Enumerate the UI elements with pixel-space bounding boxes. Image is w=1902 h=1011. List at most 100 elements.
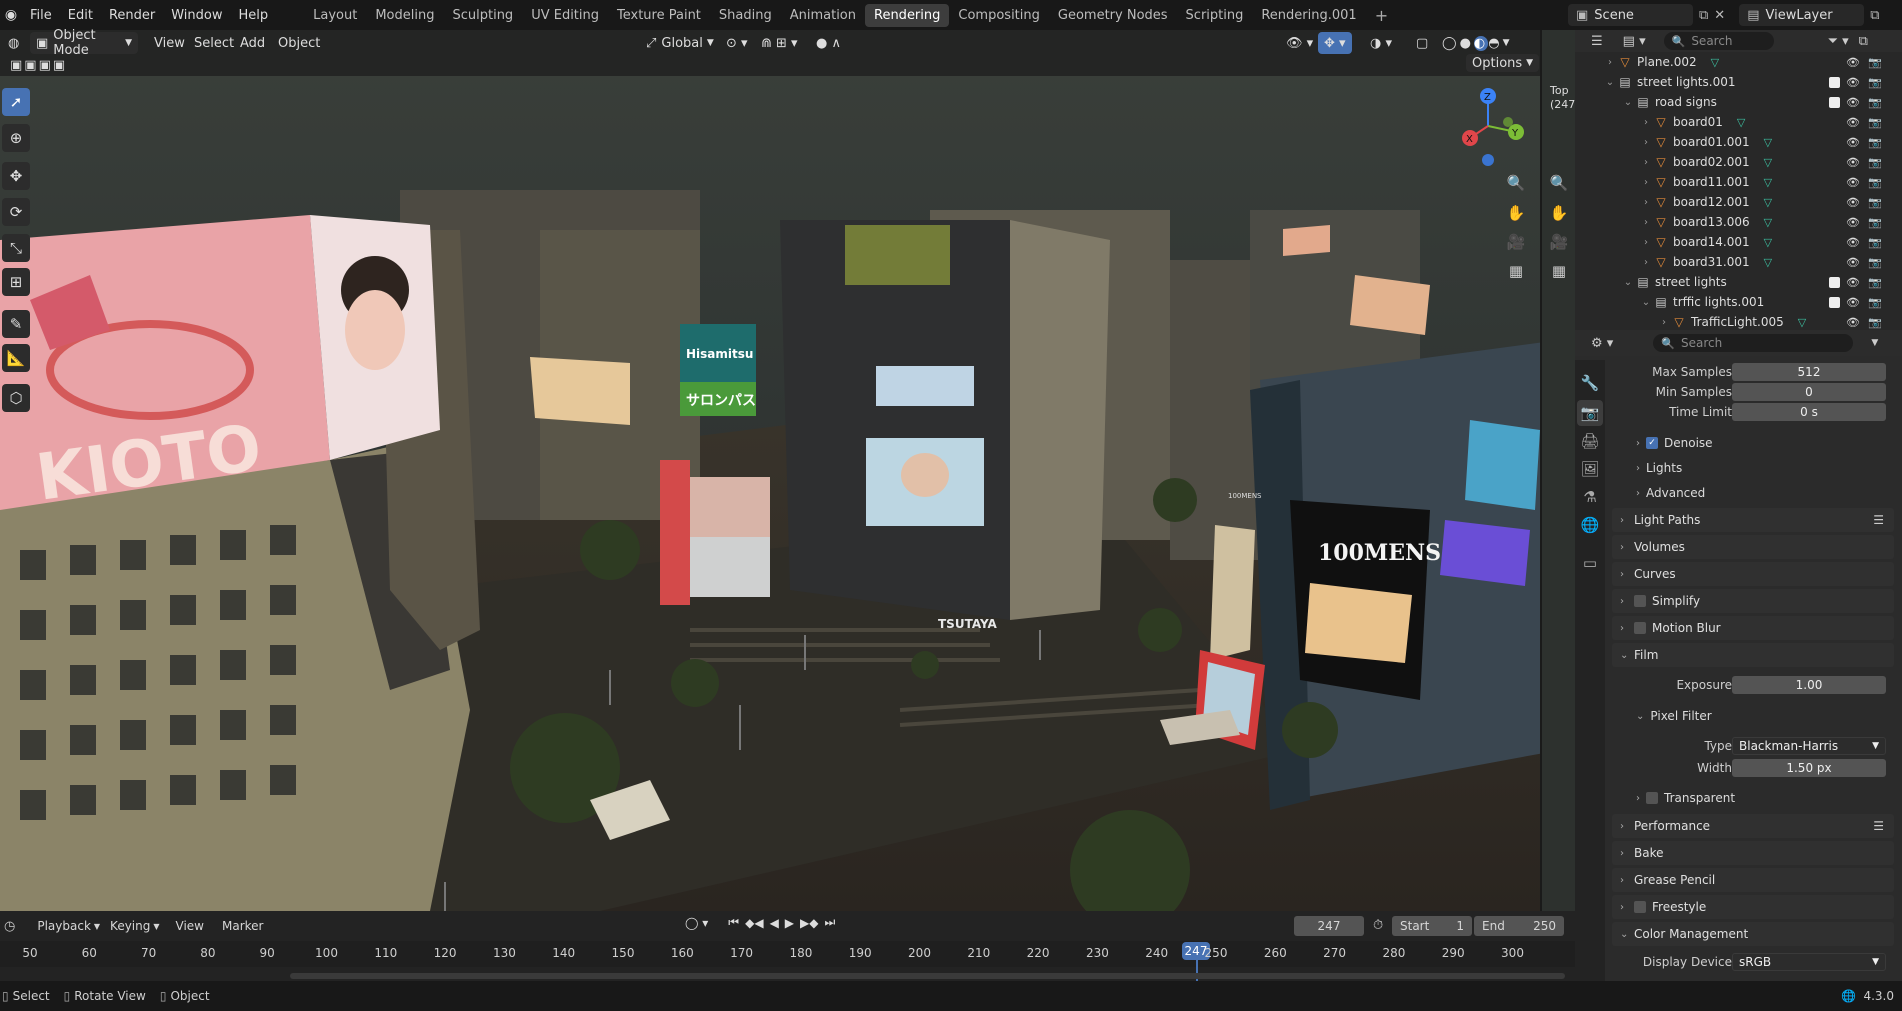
grid-toggle-icon[interactable]: ▦: [1503, 258, 1529, 284]
blender-logo-icon[interactable]: ◉: [0, 7, 22, 23]
rendered-shading-icon[interactable]: ◓: [1488, 36, 1502, 51]
shading-modes[interactable]: ◯ ● ◐ ◓ ▼: [1436, 32, 1519, 54]
menu-render[interactable]: Render: [101, 8, 163, 23]
panel-color-management[interactable]: ⌄ Color Management: [1612, 922, 1894, 946]
tab-animation[interactable]: Animation: [781, 4, 865, 27]
jump-start-icon[interactable]: ⏮: [728, 915, 739, 930]
transform-orientation-selector[interactable]: ⤢ Global ▼: [640, 32, 720, 54]
end-frame-field[interactable]: End 250: [1474, 916, 1564, 936]
panel-bake[interactable]: › Bake: [1612, 841, 1894, 865]
select-box-tool[interactable]: ➚: [2, 88, 30, 116]
chevron-right-icon[interactable]: ›: [1657, 317, 1671, 328]
outliner-row[interactable]: › ▽ board31.001 ▽ 👁 📷: [1575, 252, 1902, 272]
snap-button[interactable]: ⋒ ⊞ ▾: [755, 32, 804, 54]
camera-icon[interactable]: 📷: [1868, 196, 1882, 209]
timeline-editor-icon[interactable]: ◷: [4, 919, 15, 934]
jump-end-icon[interactable]: ⏭: [825, 915, 836, 930]
advanced-subpanel[interactable]: › Advanced: [1636, 486, 1705, 500]
outliner-row[interactable]: › ▽ board14.001 ▽ 👁 📷: [1575, 232, 1902, 252]
outliner-row[interactable]: › ▽ TrafficLight.005 ▽ 👁 📷: [1575, 312, 1902, 330]
timeline-menu-view[interactable]: View: [176, 919, 204, 933]
play-icon[interactable]: ▶: [785, 916, 794, 930]
visibility-button[interactable]: 👁 ▾: [1280, 32, 1319, 54]
camera-icon[interactable]: 📷: [1868, 116, 1882, 129]
scene-selector[interactable]: ▣ Scene: [1568, 4, 1693, 26]
mesh-data-icon[interactable]: ▽: [1798, 316, 1806, 329]
current-frame-field[interactable]: 247: [1294, 916, 1364, 936]
pan-hand-icon[interactable]: ✋: [1503, 200, 1529, 226]
chevron-right-icon[interactable]: ›: [1639, 257, 1653, 268]
outliner-row[interactable]: ⌄ ▤ street lights.001 👁 📷: [1575, 72, 1902, 92]
mode-selector[interactable]: ▣ Object Mode ▼: [30, 28, 138, 58]
camera-icon[interactable]: 📷: [1868, 76, 1882, 89]
eye-icon[interactable]: 👁: [1846, 296, 1860, 309]
camera-icon[interactable]: 📷: [1868, 256, 1882, 269]
tab-uv-editing[interactable]: UV Editing: [522, 4, 608, 27]
mesh-data-icon[interactable]: ▽: [1764, 216, 1772, 229]
chevron-down-icon[interactable]: ⌄: [1621, 277, 1635, 288]
chevron-right-icon[interactable]: ›: [1639, 137, 1653, 148]
world-tab-icon[interactable]: 🌐: [1577, 512, 1603, 538]
chevron-right-icon[interactable]: ›: [1639, 217, 1653, 228]
motion-blur-checkbox[interactable]: [1634, 622, 1646, 634]
mesh-data-icon[interactable]: ▽: [1764, 176, 1772, 189]
grid-toggle-icon[interactable]: ▦: [1546, 258, 1572, 284]
filter-icon[interactable]: ⏷ ▾: [1828, 34, 1849, 49]
filter-width-field[interactable]: 1.50 px: [1732, 759, 1886, 777]
viewport-menu-add[interactable]: Add: [234, 32, 271, 54]
eye-icon[interactable]: 👁: [1846, 236, 1860, 249]
outliner-row[interactable]: ⌄ ▤ trffic lights.001 👁 📷: [1575, 292, 1902, 312]
panel-grease-pencil[interactable]: › Grease Pencil: [1612, 868, 1894, 892]
transparent-subpanel[interactable]: › Transparent: [1636, 791, 1735, 805]
freestyle-checkbox[interactable]: [1634, 901, 1646, 913]
viewport-menu-view[interactable]: View: [148, 32, 191, 54]
zoom-icon[interactable]: 🔍: [1546, 170, 1572, 196]
tab-modeling[interactable]: Modeling: [366, 4, 443, 27]
stopwatch-icon[interactable]: ⏱: [1373, 918, 1383, 933]
solid-shading-icon[interactable]: ●: [1460, 36, 1474, 51]
output-tab-icon[interactable]: 🖨: [1577, 428, 1603, 454]
eye-icon[interactable]: 👁: [1846, 176, 1860, 189]
eye-icon[interactable]: 👁: [1846, 216, 1860, 229]
presets-list-icon[interactable]: ☰: [1873, 819, 1884, 833]
camera-icon[interactable]: 📷: [1868, 136, 1882, 149]
eye-icon[interactable]: 👁: [1846, 196, 1860, 209]
chevron-down-icon[interactable]: ⌄: [1639, 297, 1653, 308]
outliner-row[interactable]: › ▽ board02.001 ▽ 👁 📷: [1575, 152, 1902, 172]
mesh-data-icon[interactable]: ▽: [1737, 116, 1745, 129]
menu-help[interactable]: Help: [231, 8, 277, 23]
outliner-search-input[interactable]: 🔍 Search: [1663, 32, 1774, 50]
tab-compositing[interactable]: Compositing: [949, 4, 1049, 27]
scale-tool[interactable]: ⤡: [2, 234, 30, 262]
start-frame-field[interactable]: Start 1: [1392, 916, 1472, 936]
navigation-gizmo[interactable]: Z Y X: [1448, 82, 1528, 168]
rotate-tool[interactable]: ⟳: [2, 198, 30, 226]
outliner-row[interactable]: › ▽ Plane.002 ▽ 👁 📷: [1575, 52, 1902, 72]
tab-layout[interactable]: Layout: [304, 4, 366, 27]
eye-icon[interactable]: 👁: [1846, 96, 1860, 109]
denoise-subpanel[interactable]: › ✓ Denoise: [1636, 436, 1713, 450]
camera-icon[interactable]: 📷: [1868, 56, 1882, 69]
transform-tool[interactable]: ⊞: [2, 268, 30, 296]
camera-icon[interactable]: 📷: [1868, 176, 1882, 189]
tab-shading[interactable]: Shading: [710, 4, 781, 27]
chevron-down-icon[interactable]: ⌄: [1621, 97, 1635, 108]
pan-hand-icon[interactable]: ✋: [1546, 200, 1572, 226]
wireframe-shading-icon[interactable]: ◯: [1442, 36, 1460, 51]
play-reverse-icon[interactable]: ◀: [770, 916, 779, 930]
outliner[interactable]: ☰ ▤ ▾ 🔍 Search ⏷ ▾ ⧉ › ▽ Plane.002 ▽ 👁 📷 ⌄ ▤ str…: [1575, 30, 1902, 330]
chevron-right-icon[interactable]: ›: [1639, 117, 1653, 128]
view-layer-tab-icon[interactable]: 🖼: [1577, 456, 1603, 482]
add-workspace-icon[interactable]: +: [1366, 2, 1397, 29]
chevron-down-icon[interactable]: ▼: [1871, 338, 1878, 348]
presets-list-icon[interactable]: ☰: [1873, 513, 1884, 527]
menu-file[interactable]: File: [22, 8, 60, 23]
chevron-right-icon[interactable]: ›: [1603, 57, 1617, 68]
display-mode-icon[interactable]: ▤ ▾: [1623, 34, 1646, 49]
collection-tab-icon[interactable]: ▭: [1577, 550, 1603, 576]
chevron-right-icon[interactable]: ›: [1639, 177, 1653, 188]
view-layer-selector[interactable]: ▤ ViewLayer: [1739, 4, 1865, 26]
lights-subpanel[interactable]: › Lights: [1636, 461, 1682, 475]
new-view-layer-icon[interactable]: ⧉: [1870, 8, 1879, 23]
measure-tool[interactable]: 📐: [2, 344, 30, 372]
